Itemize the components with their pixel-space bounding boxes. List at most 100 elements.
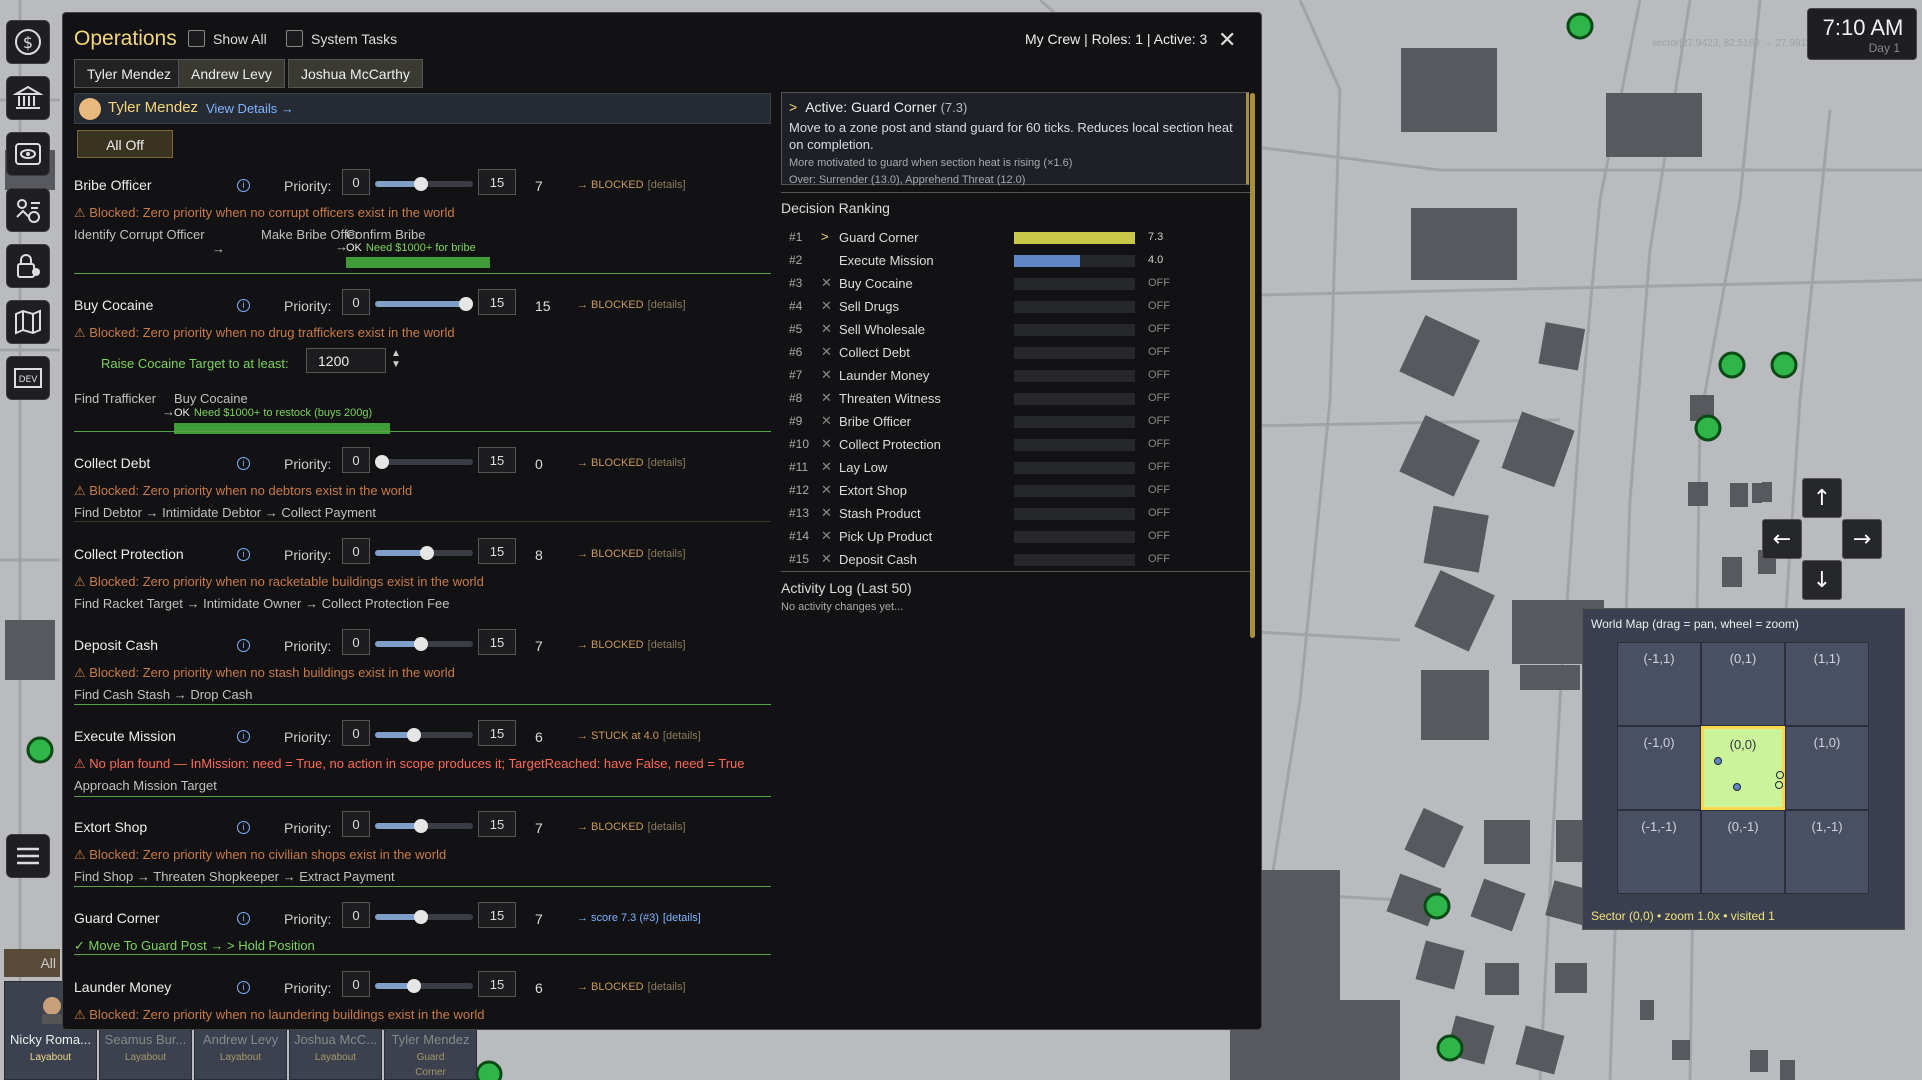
priority-min-field[interactable]: 0 (342, 629, 370, 655)
checkbox-box[interactable] (286, 30, 303, 47)
slider-thumb[interactable] (407, 728, 422, 742)
slider-thumb[interactable] (420, 546, 435, 560)
map-button[interactable] (6, 300, 50, 344)
sector-cell[interactable]: (1,1) (1785, 642, 1869, 726)
sector-cell[interactable]: (-1,-1) (1617, 810, 1701, 894)
priority-min-field[interactable]: 0 (342, 811, 370, 837)
slider-thumb[interactable] (407, 979, 422, 993)
surveillance-button[interactable] (6, 132, 50, 176)
sector-cell-current[interactable]: (0,0) (1701, 726, 1785, 810)
show-all-checkbox[interactable]: Show All (188, 30, 267, 47)
priority-slider[interactable] (375, 297, 474, 311)
tab-joshua-mccarthy[interactable]: Joshua McCarthy (288, 59, 423, 88)
slider-thumb[interactable] (413, 910, 428, 924)
priority-slider[interactable] (375, 910, 473, 924)
sector-cell[interactable]: (0,1) (1701, 642, 1785, 726)
crew-role: Layabout (219, 1052, 262, 1063)
priority-slider[interactable] (375, 546, 473, 560)
sector-cell[interactable]: (-1,0) (1617, 726, 1701, 810)
details-link[interactable]: [details] (663, 730, 701, 742)
priority-min-field[interactable]: 0 (342, 169, 370, 195)
details-link[interactable]: [details] (648, 548, 686, 560)
main-menu-button[interactable] (6, 834, 50, 878)
sector-cell[interactable]: (1,-1) (1785, 810, 1869, 894)
info-icon[interactable]: i (237, 821, 250, 834)
scrollbar[interactable] (1250, 93, 1255, 638)
info-icon[interactable]: i (237, 179, 250, 192)
priority-max-field[interactable]: 15 (478, 538, 516, 564)
details-link[interactable]: [details] (648, 179, 686, 191)
slider-thumb[interactable] (375, 455, 389, 469)
stepper-arrows[interactable]: ▲ ▼ (391, 348, 401, 370)
finance-button[interactable]: $ (6, 20, 50, 64)
pan-right-button[interactable]: → (1842, 519, 1882, 559)
priority-max-field[interactable]: 15 (478, 971, 516, 997)
rank-value: OFF (1148, 461, 1170, 473)
priority-min-field[interactable]: 0 (342, 902, 370, 928)
priority-slider[interactable] (375, 728, 473, 742)
priority-slider[interactable] (375, 455, 473, 469)
info-icon[interactable]: i (237, 299, 250, 312)
info-icon[interactable]: i (237, 639, 250, 652)
priority-max-field[interactable]: 15 (478, 169, 516, 195)
priority-slider[interactable] (375, 819, 473, 833)
priority-max-field[interactable]: 15 (478, 629, 516, 655)
pan-left-button[interactable]: ← (1762, 519, 1802, 559)
priority-max-field[interactable]: 15 (478, 289, 516, 315)
world-map-panel[interactable]: World Map (drag = pan, wheel = zoom) (-1… (1582, 608, 1905, 930)
priority-max-field[interactable]: 15 (478, 902, 516, 928)
raise-target-input[interactable] (306, 348, 386, 373)
security-button[interactable] (6, 244, 50, 288)
priority-max-field[interactable]: 15 (478, 447, 516, 473)
sector-cell[interactable]: (1,0) (1785, 726, 1869, 810)
checkbox-box[interactable] (188, 30, 205, 47)
slider-thumb[interactable] (413, 637, 428, 651)
dev-button[interactable]: DEV (6, 356, 50, 400)
info-icon[interactable]: i (237, 981, 250, 994)
priority-label: Priority: (284, 298, 332, 314)
view-details-link[interactable]: View Details → (206, 101, 294, 116)
priority-min-field[interactable]: 0 (342, 971, 370, 997)
tab-tyler-mendez[interactable]: Tyler Mendez (74, 59, 185, 88)
priority-slider[interactable] (375, 979, 473, 993)
priority-slider[interactable] (375, 177, 473, 191)
ok-progress-bar (174, 423, 390, 434)
sector-cell[interactable]: (-1,1) (1617, 642, 1701, 726)
info-icon[interactable]: i (237, 730, 250, 743)
pan-down-button[interactable]: ↓ (1802, 560, 1842, 600)
priority-min-field[interactable]: 0 (342, 720, 370, 746)
active-goal-description: Move to a zone post and stand guard for … (789, 120, 1233, 152)
all-off-button[interactable]: All Off (77, 130, 173, 158)
info-icon[interactable]: i (237, 548, 250, 561)
priority-min-field[interactable]: 0 (342, 447, 370, 473)
bank-button[interactable] (6, 76, 50, 120)
rank-label: Collect Protection (839, 437, 941, 452)
info-icon[interactable]: i (237, 457, 250, 470)
priority-max-field[interactable]: 15 (478, 811, 516, 837)
slider-thumb[interactable] (459, 297, 474, 311)
operations-button[interactable] (6, 188, 50, 232)
system-tasks-checkbox[interactable]: System Tasks (286, 30, 397, 47)
world-map-grid[interactable]: (-1,1) (0,1) (1,1) (-1,0) (0,0) (1,0) (-… (1617, 642, 1870, 895)
details-link[interactable]: [details] (648, 821, 686, 833)
priority-slider[interactable] (375, 637, 473, 651)
slider-thumb[interactable] (413, 819, 428, 833)
priority-max-field[interactable]: 15 (478, 720, 516, 746)
divider (781, 571, 1251, 572)
details-link[interactable]: [details] (648, 457, 686, 469)
priority-min-field[interactable]: 0 (342, 289, 370, 315)
details-link[interactable]: [details] (663, 912, 701, 924)
info-icon[interactable]: i (237, 912, 250, 925)
rank-label: Launder Money (839, 368, 930, 383)
pan-up-button[interactable]: ↑ (1802, 478, 1842, 518)
details-link[interactable]: [details] (648, 639, 686, 651)
sector-cell[interactable]: (0,-1) (1701, 810, 1785, 894)
plan-steps: Find Shop → Threaten Shopkeeper → Extrac… (74, 869, 395, 884)
close-button[interactable]: ✕ (1218, 28, 1236, 53)
details-link[interactable]: [details] (648, 981, 686, 993)
tab-andrew-levy[interactable]: Andrew Levy (178, 59, 285, 88)
priority-min-field[interactable]: 0 (342, 538, 370, 564)
details-link[interactable]: [details] (648, 299, 686, 311)
crew-filter-all[interactable]: All (4, 949, 60, 977)
slider-thumb[interactable] (413, 177, 428, 191)
